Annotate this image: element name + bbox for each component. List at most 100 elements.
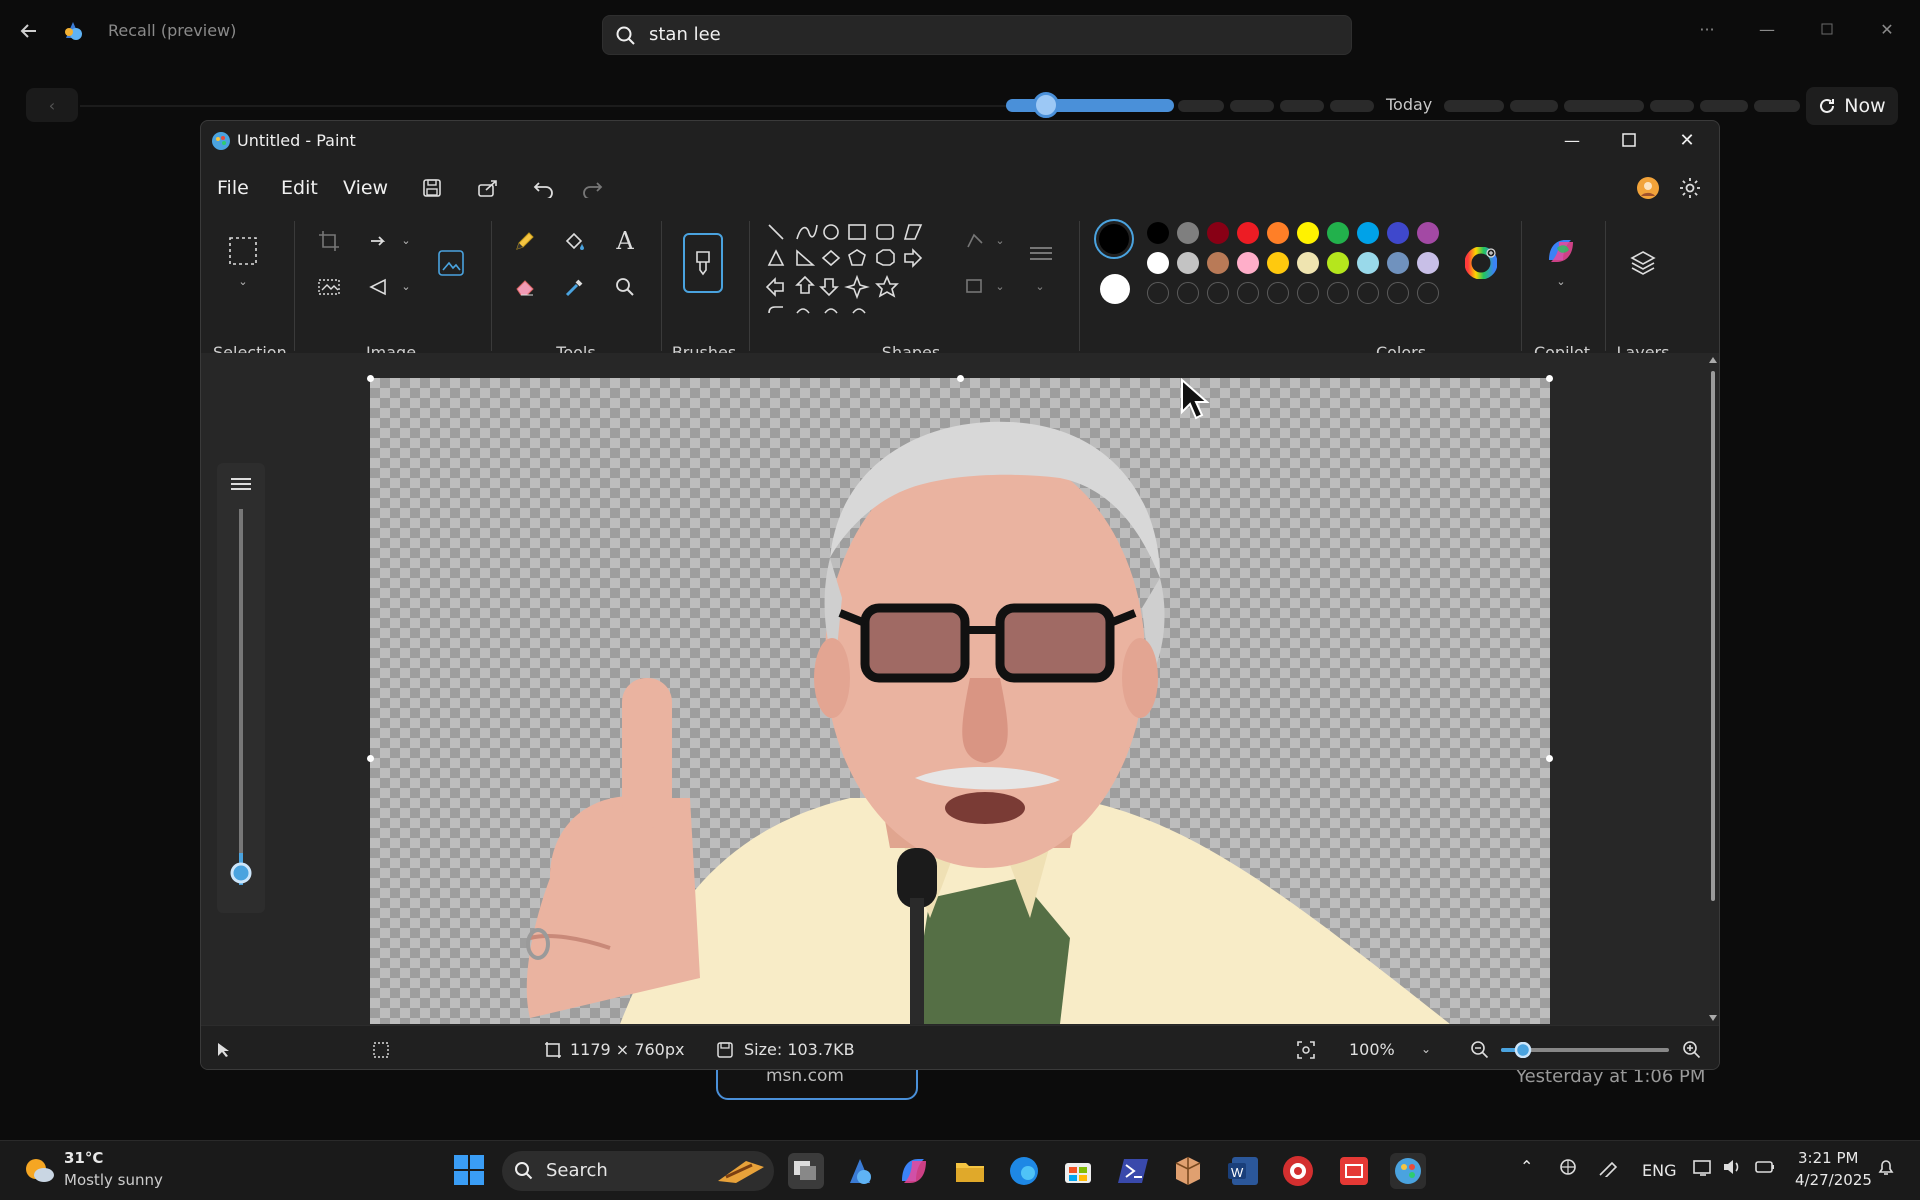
secondary-color-swatch[interactable] [1100,274,1130,304]
color-swatch[interactable] [1177,222,1199,244]
weather-icon[interactable] [22,1153,56,1187]
shape-outline-icon[interactable] [959,225,991,255]
color-swatch[interactable] [1327,222,1349,244]
custom-color-slot[interactable] [1417,282,1439,304]
clock-time[interactable]: 3:21 PM [1798,1149,1858,1167]
remove-background-icon[interactable] [311,271,347,303]
now-button[interactable]: Now [1806,87,1898,125]
timeline-segment[interactable] [1178,100,1224,112]
search-query[interactable]: stan lee [649,24,721,45]
chevron-down-icon[interactable]: ⌄ [399,233,413,247]
eraser-icon[interactable] [507,271,543,303]
timeline-thumb[interactable] [1033,92,1059,118]
color-picker-icon[interactable] [557,271,593,303]
fill-bucket-icon[interactable] [557,225,593,257]
fit-to-window-icon[interactable] [1293,1037,1319,1063]
weather-desc[interactable]: Mostly sunny [64,1171,163,1189]
timeline-segment[interactable] [1280,100,1324,112]
chevron-down-icon[interactable]: ⌄ [993,279,1007,293]
language-indicator[interactable]: ENG [1642,1161,1676,1180]
network-tray-icon[interactable] [1558,1157,1578,1177]
primary-color-swatch[interactable] [1094,219,1134,259]
package-app-icon[interactable] [1170,1153,1206,1189]
custom-color-slot[interactable] [1357,282,1379,304]
edge-icon[interactable] [1006,1153,1042,1189]
custom-color-slot[interactable] [1177,282,1199,304]
color-swatch[interactable] [1357,222,1379,244]
red-app-icon[interactable] [1336,1153,1372,1189]
shape-fill-icon[interactable] [959,271,991,301]
text-tool-icon[interactable]: A [607,225,643,257]
color-swatch[interactable] [1267,222,1289,244]
file-explorer-icon[interactable] [952,1153,988,1189]
timeline-prev-button[interactable]: ‹ [26,88,78,122]
timeline-segment[interactable] [1230,100,1274,112]
recall-taskbar-icon[interactable] [842,1153,878,1189]
chevron-down-icon[interactable]: ⌄ [993,233,1007,247]
store-icon[interactable] [1060,1153,1096,1189]
brush-size-slider[interactable] [217,463,265,913]
timeline-segment[interactable] [1330,100,1374,112]
weather-temp[interactable]: 31°C [64,1149,103,1167]
word-icon[interactable]: W [1226,1153,1262,1189]
zoom-level[interactable]: 100% [1349,1040,1395,1059]
paint-taskbar-icon[interactable] [1390,1153,1426,1189]
timeline-segment[interactable] [1754,100,1800,112]
volume-tray-icon[interactable] [1722,1157,1742,1177]
more-options-icon[interactable]: ··· [1684,14,1730,44]
shape-size-icon[interactable] [1023,239,1059,269]
color-swatch[interactable] [1417,222,1439,244]
notifications-bell-icon[interactable] [1876,1157,1896,1177]
custom-color-slot[interactable] [1297,282,1319,304]
zoom-slider[interactable] [1501,1042,1669,1058]
canvas-scrollbar[interactable] [1708,353,1718,1025]
show-hidden-icons-chevron[interactable]: ⌃ [1520,1157,1533,1176]
flip-icon[interactable] [361,271,397,303]
pen-tray-icon[interactable] [1598,1157,1620,1177]
selection-rectangle-icon[interactable] [225,233,261,269]
rotate-icon[interactable] [361,225,397,257]
magnifier-icon[interactable] [607,271,643,303]
timeline-segment[interactable] [1700,100,1748,112]
pencil-icon[interactable] [507,225,543,257]
color-swatch[interactable] [1267,252,1289,274]
start-button[interactable] [452,1153,488,1189]
taskbar-search[interactable]: Search [502,1151,774,1191]
media-app-icon[interactable] [1280,1153,1316,1189]
edit-colors-icon[interactable] [1463,245,1499,281]
layers-icon[interactable] [1621,245,1665,281]
color-swatch[interactable] [1297,252,1319,274]
chevron-down-icon[interactable]: ⌄ [235,273,251,289]
color-swatch[interactable] [1147,222,1169,244]
timeline-segment[interactable] [1650,100,1694,112]
color-swatch[interactable] [1417,252,1439,274]
custom-color-slot[interactable] [1147,282,1169,304]
color-swatch[interactable] [1357,252,1379,274]
timeline-segment[interactable] [1564,100,1644,112]
chevron-down-icon[interactable]: ⌄ [399,279,413,293]
image-generator-icon[interactable] [433,245,469,281]
timeline-segment[interactable] [1444,100,1504,112]
color-swatch[interactable] [1207,222,1229,244]
color-swatch[interactable] [1147,252,1169,274]
zoom-dropdown-chevron-icon[interactable]: ⌄ [1415,1038,1437,1060]
color-swatch[interactable] [1387,252,1409,274]
zoom-out-icon[interactable] [1467,1037,1493,1063]
color-swatch[interactable] [1177,252,1199,274]
custom-color-slot[interactable] [1237,282,1259,304]
custom-color-slot[interactable] [1387,282,1409,304]
clock-date[interactable]: 4/27/2025 [1795,1171,1872,1189]
color-swatch[interactable] [1207,252,1229,274]
recall-search-box[interactable]: stan lee [602,15,1352,55]
custom-color-slot[interactable] [1207,282,1229,304]
minimize-icon[interactable]: — [1744,14,1790,44]
copilot-icon[interactable] [1539,233,1583,269]
color-swatch[interactable] [1387,222,1409,244]
powershell-icon[interactable] [1116,1153,1152,1189]
shapes-gallery[interactable] [763,221,935,317]
chevron-down-icon[interactable]: ⌄ [1033,279,1047,293]
color-swatch[interactable] [1327,252,1349,274]
task-view-icon[interactable] [788,1153,824,1189]
zoom-in-icon[interactable] [1679,1037,1705,1063]
custom-color-slot[interactable] [1267,282,1289,304]
